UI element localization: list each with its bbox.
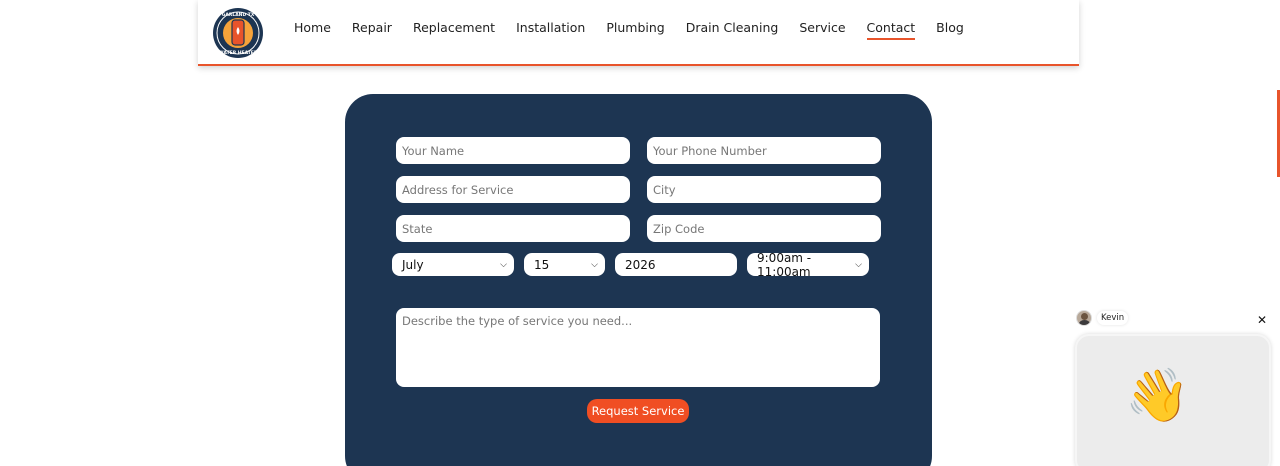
nav-service[interactable]: Service: [799, 20, 845, 37]
year-input[interactable]: 2026: [615, 253, 737, 276]
avatar: [1076, 310, 1092, 326]
nav-home[interactable]: Home: [294, 20, 331, 37]
time-select[interactable]: 9:00am - 11:00am ⌵: [747, 250, 869, 279]
nav-contact[interactable]: Contact: [866, 20, 915, 40]
chat-agent-name: Kevin: [1097, 311, 1129, 325]
svg-text:WATER HEATER: WATER HEATER: [219, 50, 258, 56]
close-icon[interactable]: ✕: [1257, 313, 1267, 327]
request-service-button[interactable]: Request Service: [587, 399, 689, 423]
chevron-down-icon: ⌵: [591, 259, 598, 270]
chevron-down-icon: ⌵: [855, 259, 862, 270]
nav-replacement[interactable]: Replacement: [413, 20, 495, 37]
address-field[interactable]: [396, 176, 630, 203]
wave-icon: 👋: [1125, 366, 1190, 426]
day-value: 15: [534, 257, 550, 272]
chevron-down-icon: ⌵: [500, 259, 507, 270]
month-value: July: [402, 257, 424, 272]
city-field[interactable]: [647, 176, 881, 203]
chat-agent-header[interactable]: Kevin: [1076, 310, 1129, 326]
day-select[interactable]: 15 ⌵: [524, 253, 605, 276]
main-nav: Home Repair Replacement Installation Plu…: [294, 0, 985, 56]
svg-text:GARLAND TX: GARLAND TX: [222, 12, 255, 18]
zip-field[interactable]: [647, 215, 881, 242]
time-value: 9:00am - 11:00am: [757, 250, 812, 279]
name-field[interactable]: [396, 137, 630, 164]
nav-installation[interactable]: Installation: [516, 20, 585, 37]
nav-blog[interactable]: Blog: [936, 20, 964, 37]
nav-repair[interactable]: Repair: [352, 20, 392, 37]
service-request-form: July ⌵ 15 ⌵ 2026 9:00am - 11:00am ⌵ Requ…: [345, 94, 932, 466]
nav-plumbing[interactable]: Plumbing: [606, 20, 664, 37]
chat-widget[interactable]: 👋: [1075, 334, 1271, 466]
company-logo[interactable]: GARLAND TX WATER HEATER: [212, 7, 264, 59]
month-select[interactable]: July ⌵: [392, 253, 514, 276]
nav-drain-cleaning[interactable]: Drain Cleaning: [686, 20, 779, 37]
year-value: 2026: [625, 257, 656, 272]
state-field[interactable]: [396, 215, 630, 242]
site-header: GARLAND TX WATER HEATER Home Repair Repl…: [198, 0, 1079, 66]
phone-field[interactable]: [647, 137, 881, 164]
service-description-field[interactable]: [396, 308, 880, 387]
